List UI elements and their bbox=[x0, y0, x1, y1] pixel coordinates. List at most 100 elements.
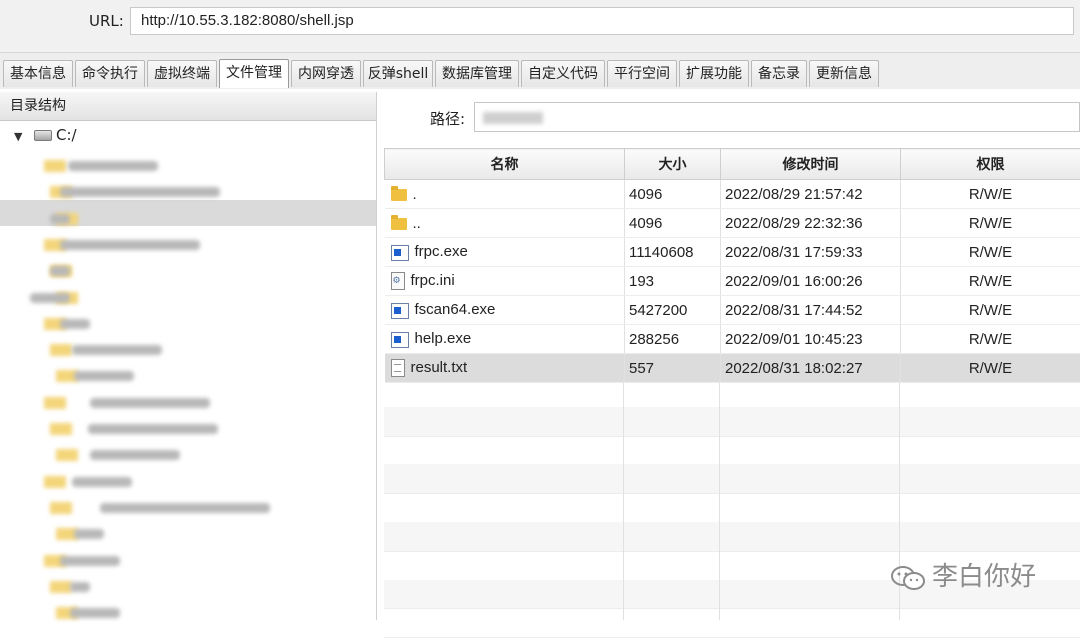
watermark: 李白你好 bbox=[890, 556, 1036, 593]
empty-row bbox=[384, 608, 1080, 638]
file-size-cell: 288256 bbox=[625, 325, 721, 354]
tab-11[interactable]: 更新信息 bbox=[809, 60, 879, 87]
column-header-perm[interactable]: 权限 bbox=[901, 149, 1080, 180]
ini-file-icon bbox=[391, 272, 405, 290]
file-name: result.txt bbox=[411, 359, 468, 376]
file-mtime-cell: 2022/08/31 17:44:52 bbox=[721, 296, 901, 325]
empty-row bbox=[384, 493, 1080, 523]
file-mtime-cell: 2022/09/01 16:00:26 bbox=[721, 267, 901, 296]
file-name-cell[interactable]: frpc.ini bbox=[385, 267, 625, 296]
file-mtime-cell: 2022/08/29 22:32:36 bbox=[721, 209, 901, 238]
tab-10[interactable]: 备忘录 bbox=[751, 60, 807, 87]
file-name: . bbox=[413, 186, 417, 203]
path-row: 路径: bbox=[384, 100, 1080, 134]
tree-item-label[interactable] bbox=[70, 608, 120, 618]
empty-row bbox=[384, 464, 1080, 494]
drive-icon bbox=[34, 130, 52, 141]
file-size-cell: 11140608 bbox=[625, 238, 721, 267]
tree-item-label[interactable] bbox=[74, 529, 104, 539]
file-size-cell: 5427200 bbox=[625, 296, 721, 325]
column-divider bbox=[719, 378, 720, 620]
file-name-cell[interactable]: frpc.exe bbox=[385, 238, 625, 267]
tab-4[interactable]: 内网穿透 bbox=[291, 60, 361, 87]
tree-item-label[interactable] bbox=[68, 161, 158, 171]
folder-icon bbox=[50, 423, 72, 435]
url-input[interactable]: http://10.55.3.182:8080/shell.jsp bbox=[130, 7, 1074, 35]
folder-icon bbox=[44, 160, 66, 172]
tab-5[interactable]: 反弹shell bbox=[363, 60, 433, 87]
tree-root-node[interactable]: ▼ C:/ bbox=[14, 126, 77, 144]
exe-icon bbox=[391, 303, 409, 319]
file-perm-cell: R/W/E bbox=[901, 180, 1080, 209]
empty-row bbox=[384, 436, 1080, 466]
tab-6[interactable]: 数据库管理 bbox=[435, 60, 519, 87]
file-row[interactable]: fscan64.exe 54272002022/08/31 17:44:52R/W… bbox=[385, 296, 1080, 325]
column-header-name[interactable]: 名称 bbox=[385, 149, 625, 180]
tree-item-label[interactable] bbox=[90, 398, 210, 408]
file-row[interactable]: frpc.ini1932022/09/01 16:00:26R/W/E bbox=[385, 267, 1080, 296]
path-input[interactable] bbox=[474, 102, 1080, 132]
tree-item-label[interactable] bbox=[88, 424, 218, 434]
folder-icon bbox=[44, 476, 66, 488]
column-divider bbox=[623, 378, 624, 620]
tab-8[interactable]: 平行空间 bbox=[607, 60, 677, 87]
text-file-icon bbox=[391, 359, 405, 377]
folder-icon bbox=[391, 189, 407, 201]
tab-bar: 基本信息命令执行虚拟终端文件管理内网穿透反弹shell数据库管理自定义代码平行空… bbox=[0, 52, 1080, 89]
exe-icon bbox=[391, 332, 409, 348]
file-name: frpc.exe bbox=[415, 243, 468, 260]
empty-row bbox=[384, 378, 1080, 408]
file-perm-cell: R/W/E bbox=[901, 238, 1080, 267]
file-row[interactable]: help.exe2882562022/09/01 10:45:23R/W/E bbox=[385, 325, 1080, 354]
tree-item-label[interactable] bbox=[72, 345, 162, 355]
tab-1[interactable]: 命令执行 bbox=[75, 60, 145, 87]
folder-icon bbox=[50, 502, 72, 514]
file-perm-cell: R/W/E bbox=[901, 209, 1080, 238]
tree-item-label[interactable] bbox=[30, 293, 70, 303]
folder-icon bbox=[50, 344, 72, 356]
file-row[interactable]: frpc.exe111406082022/08/31 17:59:33R/W/E bbox=[385, 238, 1080, 267]
file-name-cell[interactable]: . bbox=[385, 180, 625, 209]
file-name-cell[interactable]: .. bbox=[385, 209, 625, 238]
directory-panel: 目录结构 ▼C:/ bbox=[0, 92, 377, 620]
column-header-mtime[interactable]: 修改时间 bbox=[721, 149, 901, 180]
path-label: 路径: bbox=[430, 108, 465, 129]
tree-item-label[interactable] bbox=[60, 240, 200, 250]
file-name: help.exe bbox=[415, 330, 472, 347]
tree-item-label[interactable] bbox=[90, 450, 180, 460]
empty-row bbox=[384, 522, 1080, 552]
file-name: fscan64.exe bbox=[415, 301, 496, 318]
folder-icon bbox=[44, 397, 66, 409]
column-header-size[interactable]: 大小 bbox=[625, 149, 721, 180]
file-size-cell: 193 bbox=[625, 267, 721, 296]
file-perm-cell: R/W/E bbox=[901, 267, 1080, 296]
tree-item-label[interactable] bbox=[60, 319, 90, 329]
tree-item-label[interactable] bbox=[60, 187, 220, 197]
file-name-cell[interactable]: fscan64.exe bbox=[385, 296, 625, 325]
url-label: URL: bbox=[89, 12, 124, 30]
tree-item-label[interactable] bbox=[70, 582, 90, 592]
tree-item-label[interactable] bbox=[72, 477, 132, 487]
tree-root-label: C:/ bbox=[56, 126, 77, 144]
file-row[interactable]: ..40962022/08/29 22:32:36R/W/E bbox=[385, 209, 1080, 238]
tree-item-label[interactable] bbox=[60, 556, 120, 566]
tree-item-label[interactable] bbox=[50, 266, 70, 276]
tab-9[interactable]: 扩展功能 bbox=[679, 60, 749, 87]
tree-item-label[interactable] bbox=[50, 214, 70, 224]
tab-2[interactable]: 虚拟终端 bbox=[147, 60, 217, 87]
exe-icon bbox=[391, 245, 409, 261]
file-size-cell: 4096 bbox=[625, 209, 721, 238]
tab-0[interactable]: 基本信息 bbox=[3, 60, 73, 87]
file-perm-cell: R/W/E bbox=[901, 325, 1080, 354]
watermark-text: 李白你好 bbox=[932, 562, 1036, 592]
expand-arrow-icon[interactable]: ▼ bbox=[14, 130, 26, 143]
tree-item-label[interactable] bbox=[100, 503, 270, 513]
file-name-cell[interactable]: help.exe bbox=[385, 325, 625, 354]
tab-3[interactable]: 文件管理 bbox=[219, 59, 289, 88]
file-perm-cell: R/W/E bbox=[901, 296, 1080, 325]
file-size-cell: 4096 bbox=[625, 180, 721, 209]
url-bar: URL: http://10.55.3.182:8080/shell.jsp bbox=[0, 0, 1080, 52]
file-row[interactable]: .40962022/08/29 21:57:42R/W/E bbox=[385, 180, 1080, 209]
tree-item-label[interactable] bbox=[74, 371, 134, 381]
tab-7[interactable]: 自定义代码 bbox=[521, 60, 605, 87]
